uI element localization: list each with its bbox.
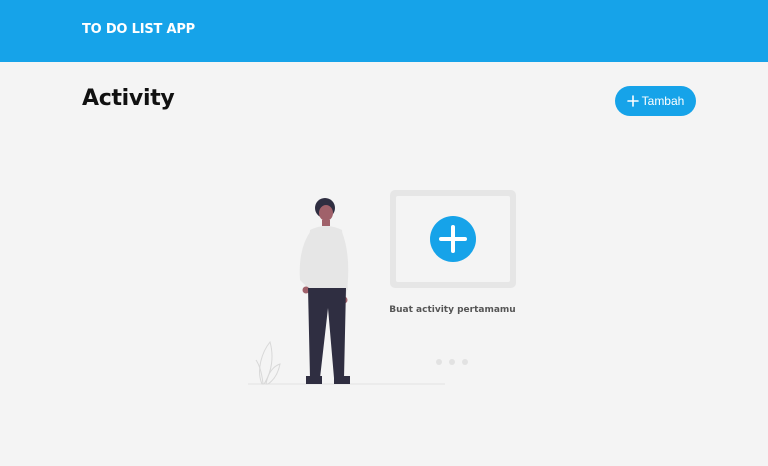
plus-icon [626,95,639,107]
app-title: TO DO LIST APP [82,22,196,37]
add-activity-label: Tambah [641,94,685,108]
app-header: TO DO LIST APP [0,0,768,62]
empty-state-illustration[interactable] [240,180,540,395]
person-illustration [299,198,350,384]
empty-state-caption: Buat activity pertamamu [389,305,516,315]
plant-decoration [255,340,281,385]
page-title: Activity [82,86,175,111]
pagination-dots [436,359,468,365]
add-activity-button[interactable]: Tambah [615,86,696,116]
plus-circle-icon[interactable] [430,216,476,262]
